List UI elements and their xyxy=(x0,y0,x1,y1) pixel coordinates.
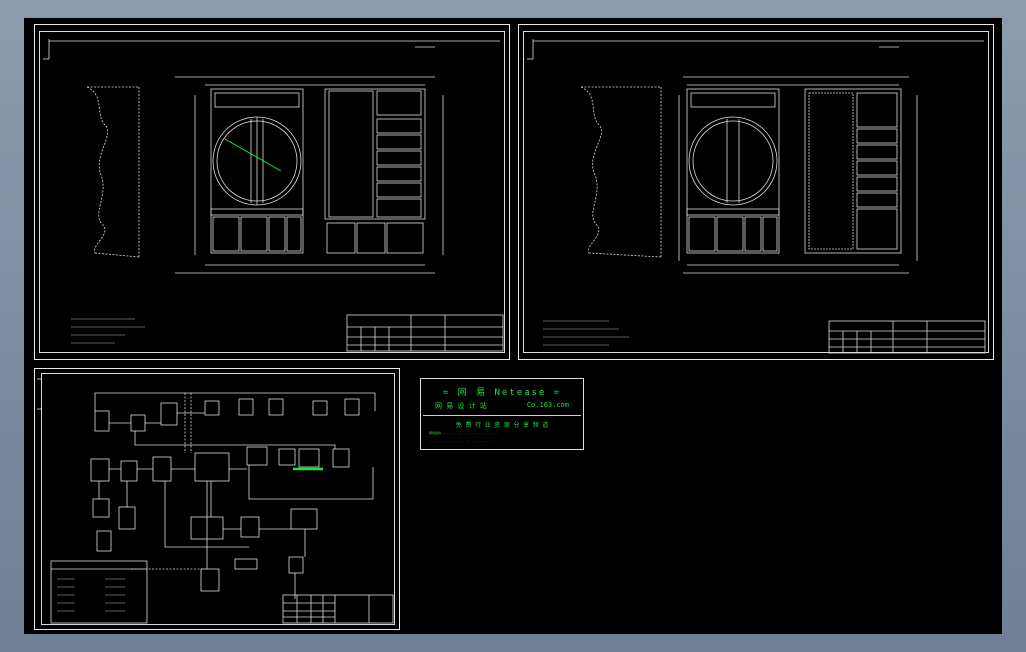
netease-watermark-box: = 网 易 Netease = 网 易 设 计 站 Co.163.com 免 费… xyxy=(420,378,584,450)
drawing-sheet-layout-plan-1[interactable] xyxy=(34,24,510,360)
watermark-note-1: 网易提供 ... ... ... ... ... ... ... ... xyxy=(429,431,499,435)
drawing-sheet-layout-plan-2[interactable] xyxy=(518,24,994,360)
process-flow-graphics xyxy=(37,378,394,624)
watermark-domain: Co.163.com xyxy=(526,401,569,409)
cad-drawing-canvas[interactable]: = 网 易 Netease = 网 易 设 计 站 Co.163.com 免 费… xyxy=(24,18,1002,634)
watermark-divider xyxy=(423,415,581,416)
layout-plan-1-graphics xyxy=(43,39,504,352)
drawing-sheet-process-flow[interactable] xyxy=(34,368,400,630)
watermark-title: = 网 易 Netease = xyxy=(442,388,562,398)
watermark-slogan: 免 费 行 业 资 源 分 享 频 道 xyxy=(455,422,549,429)
watermark-site-name: 网 易 设 计 站 xyxy=(435,402,487,410)
watermark-note-2: ... ... ... ... ... ... ... ... ... xyxy=(429,439,493,443)
watermark-subtitle-row: 网 易 设 计 站 Co.163.com xyxy=(421,401,583,411)
layout-plan-2-graphics xyxy=(527,39,986,354)
